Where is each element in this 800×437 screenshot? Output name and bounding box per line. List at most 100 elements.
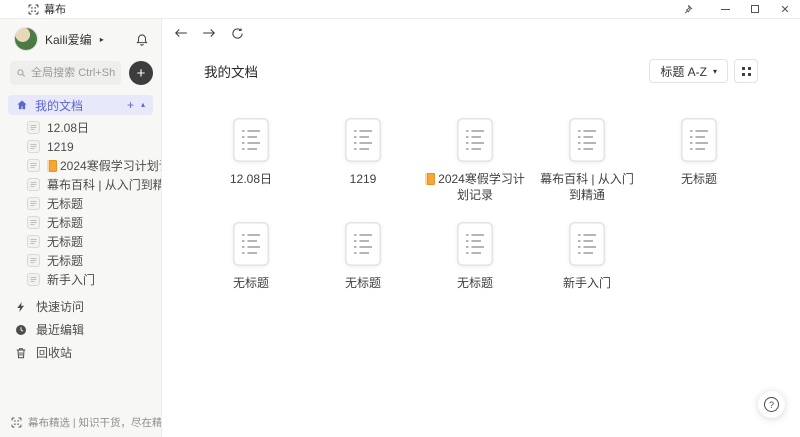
sidebar-doc-item[interactable]: 12.08日 <box>0 118 161 137</box>
search-icon <box>16 67 26 79</box>
trash-icon <box>15 347 27 359</box>
search-input[interactable] <box>31 67 115 79</box>
grid-view-icon <box>742 67 751 76</box>
sidebar: Kaili爱编 ▸ + 我的文档 + ▴ <box>0 19 162 437</box>
document-card-icon <box>345 222 381 266</box>
window-controls: ✕ <box>672 0 800 18</box>
footer-promo-text: 幕布精选 | 知识干货，尽在精选 <box>28 415 162 430</box>
document-card-title: 2024寒假学习计划记录 <box>424 171 527 203</box>
add-doc-icon[interactable]: + <box>127 99 134 111</box>
sidebar-doc-label: 无标题 <box>47 195 83 212</box>
sidebar-item-my-docs[interactable]: 我的文档 + ▴ <box>8 95 153 115</box>
document-card-title: 无标题 <box>457 275 493 291</box>
collapse-icon[interactable]: ▴ <box>141 101 145 109</box>
page-title: 我的文档 <box>204 61 258 81</box>
forward-button[interactable] <box>202 26 216 40</box>
sort-label: 标题 A-Z <box>660 63 707 80</box>
sidebar-item-trash[interactable]: 回收站 <box>0 341 161 364</box>
doc-icon <box>27 235 40 248</box>
close-button[interactable]: ✕ <box>770 0 800 18</box>
sidebar-item-recent-edit[interactable]: 最近编辑 <box>0 318 161 341</box>
document-card-icon <box>233 222 269 266</box>
document-card-icon <box>569 222 605 266</box>
pin-icon[interactable] <box>672 0 702 18</box>
sidebar-doc-item[interactable]: 新手入门 <box>0 270 161 289</box>
notification-bell-icon[interactable] <box>135 32 149 46</box>
sidebar-nav-bottom: 快速访问 最近编辑 回收站 <box>0 295 161 364</box>
user-menu-caret-icon: ▸ <box>100 35 104 44</box>
avatar[interactable] <box>14 27 38 51</box>
document-card-icon <box>233 118 269 162</box>
refresh-button[interactable] <box>230 26 244 40</box>
document-card[interactable]: 12.08日 <box>195 118 307 187</box>
titlebar: 幕布 ✕ <box>0 0 800 19</box>
document-card-icon <box>457 222 493 266</box>
document-card[interactable]: 无标题 <box>643 118 755 187</box>
my-docs-label: 我的文档 <box>35 97 83 114</box>
lightning-icon <box>15 301 27 313</box>
sidebar-doc-item[interactable]: 无标题 <box>0 194 161 213</box>
arrow-right-icon <box>202 27 216 39</box>
doc-icon <box>27 197 40 210</box>
document-card-title: 1219 <box>350 171 377 187</box>
user-row[interactable]: Kaili爱编 ▸ <box>0 22 161 56</box>
document-card[interactable]: 2024寒假学习计划记录 <box>419 118 531 203</box>
mubu-select-logo-icon <box>11 417 22 428</box>
document-card[interactable]: 无标题 <box>307 222 419 291</box>
document-card[interactable]: 无标题 <box>419 222 531 291</box>
document-card[interactable]: 无标题 <box>195 222 307 291</box>
sidebar-doc-item[interactable]: 2024寒假学习计划记录 <box>0 156 161 175</box>
sidebar-doc-label: 无标题 <box>47 252 83 269</box>
sidebar-doc-label: 2024寒假学习计划记录 <box>47 157 161 174</box>
orange-book-icon <box>47 160 57 172</box>
document-card-title: 幕布百科 | 从入门到精通 <box>536 171 639 203</box>
trash-label: 回收站 <box>36 344 72 361</box>
main-header: 我的文档 标题 A-Z ▾ <box>204 58 758 84</box>
history-nav <box>174 26 244 40</box>
sidebar-doc-item[interactable]: 1219 <box>0 137 161 156</box>
back-button[interactable] <box>174 26 188 40</box>
sidebar-doc-item[interactable]: 无标题 <box>0 232 161 251</box>
help-button[interactable]: ? <box>758 391 785 418</box>
doc-icon <box>27 159 40 172</box>
clock-icon <box>15 324 27 336</box>
quick-access-label: 快速访问 <box>36 298 84 315</box>
minimize-button[interactable] <box>710 0 740 18</box>
sidebar-doc-item[interactable]: 无标题 <box>0 213 161 232</box>
document-card-title: 无标题 <box>681 171 717 187</box>
sidebar-doc-label: 幕布百科 | 从入门到精通 <box>47 176 161 193</box>
maximize-button[interactable] <box>740 0 770 18</box>
doc-icon <box>27 178 40 191</box>
mubu-logo-icon <box>28 4 39 15</box>
document-card[interactable]: 1219 <box>307 118 419 187</box>
document-card-title: 12.08日 <box>230 171 272 187</box>
app-window: 幕布 ✕ Kaili爱编 ▸ <box>0 0 800 437</box>
doc-icon <box>27 121 40 134</box>
view-toggle-button[interactable] <box>734 59 758 83</box>
global-search-input[interactable] <box>10 61 121 85</box>
user-name: Kaili爱编 <box>45 31 92 48</box>
doc-icon <box>27 254 40 267</box>
document-card[interactable]: 幕布百科 | 从入门到精通 <box>531 118 643 203</box>
document-card-title: 新手入门 <box>563 275 611 291</box>
sidebar-doc-item[interactable]: 幕布百科 | 从入门到精通 <box>0 175 161 194</box>
home-icon <box>16 99 28 111</box>
sidebar-item-quick-access[interactable]: 快速访问 <box>0 295 161 318</box>
doc-icon <box>27 140 40 153</box>
document-card-icon <box>681 118 717 162</box>
search-row: + <box>0 58 161 88</box>
refresh-icon <box>231 27 244 40</box>
doc-icon <box>27 216 40 229</box>
app-title: 幕布 <box>44 1 66 17</box>
main-panel: 我的文档 标题 A-Z ▾ <box>162 19 800 437</box>
sidebar-doc-item[interactable]: 无标题 <box>0 251 161 270</box>
sidebar-footer-promo[interactable]: 幕布精选 | 知识干货，尽在精选 <box>11 415 162 430</box>
question-mark-icon: ? <box>764 397 779 412</box>
new-document-button[interactable]: + <box>129 61 153 85</box>
document-card[interactable]: 新手入门 <box>531 222 643 291</box>
sidebar-doc-label: 新手入门 <box>47 271 95 288</box>
sidebar-doc-label: 1219 <box>47 140 74 154</box>
sidebar-doc-label: 无标题 <box>47 233 83 250</box>
document-card-icon <box>457 118 493 162</box>
sort-dropdown[interactable]: 标题 A-Z ▾ <box>649 59 728 83</box>
